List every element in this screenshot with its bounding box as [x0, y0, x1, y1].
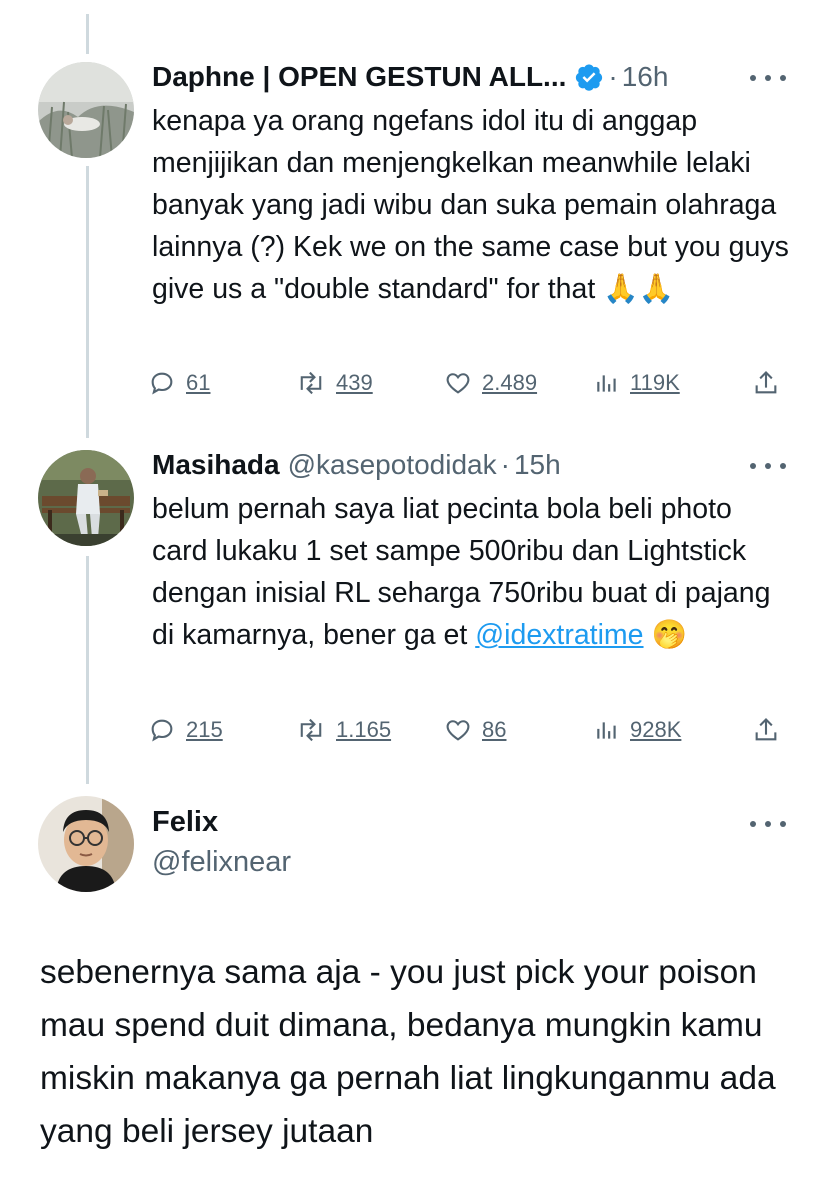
reply-count: 61: [186, 370, 211, 395]
share-button[interactable]: [752, 363, 780, 403]
author-handle[interactable]: @felixnear: [152, 846, 291, 879]
share-button[interactable]: [752, 710, 780, 750]
like-button[interactable]: 86: [444, 710, 506, 750]
repost-icon: [300, 371, 322, 395]
reply-button[interactable]: 61: [148, 363, 210, 403]
views-icon: [597, 722, 616, 739]
avatar-image: [38, 796, 134, 892]
repost-count: 1.165: [336, 717, 392, 742]
avatar-image: [38, 62, 134, 158]
repost-button[interactable]: 439: [296, 363, 373, 403]
views-button[interactable]: 928K: [594, 710, 681, 750]
avatar-image: [38, 450, 134, 546]
like-count: 2.489: [482, 370, 538, 395]
views-icon: [597, 375, 616, 392]
share-icon: [755, 371, 777, 394]
more-icon[interactable]: [750, 68, 786, 88]
emoji: 🙏🙏: [603, 272, 675, 305]
more-icon[interactable]: [750, 456, 786, 476]
like-button[interactable]: 2.489: [444, 363, 537, 403]
like-icon: [446, 720, 470, 741]
thread-line-1: [86, 166, 89, 438]
emoji: 🤭: [651, 618, 687, 651]
tweet-text: belum pernah saya liat pecinta bola beli…: [152, 488, 792, 656]
tweet-header: Masihada @kasepotodidak · 15h: [152, 445, 784, 485]
views-count: 119K: [630, 370, 680, 395]
more-icon[interactable]: [750, 814, 786, 834]
tweet-actions: 215 1.165 86 928K: [148, 710, 788, 750]
thread-line-2: [86, 556, 89, 784]
tweet-text: kenapa ya orang ngefans idol itu di angg…: [152, 100, 792, 310]
repost-count: 439: [336, 370, 373, 395]
repost-icon: [300, 718, 322, 742]
reply-count: 215: [186, 717, 223, 742]
reply-button[interactable]: 215: [148, 710, 223, 750]
like-icon: [446, 373, 470, 394]
separator-dot: ·: [608, 61, 618, 92]
thread-line-top: [86, 14, 89, 54]
main-tweet-text: sebenernya sama aja - you just pick your…: [40, 954, 776, 1150]
avatar[interactable]: [38, 62, 134, 158]
verified-badge-icon: [574, 62, 604, 92]
tweet-actions: 61 439 2.489 119K: [148, 363, 788, 403]
separator-dot: ·: [500, 449, 510, 480]
author-handle[interactable]: @kasepotodidak: [288, 449, 497, 481]
tweet-body: kenapa ya orang ngefans idol itu di angg…: [152, 105, 789, 305]
author-name[interactable]: Daphne | OPEN GESTUN ALL...: [152, 61, 566, 93]
author-name[interactable]: Masihada: [152, 449, 280, 481]
timestamp[interactable]: 16h: [622, 61, 669, 93]
reply-icon: [151, 719, 173, 742]
views-button[interactable]: 119K: [594, 363, 680, 403]
views-count: 928K: [630, 717, 682, 742]
timestamp[interactable]: 15h: [514, 449, 561, 481]
author-name[interactable]: Felix: [152, 806, 218, 839]
repost-button[interactable]: 1.165: [296, 710, 391, 750]
share-icon: [755, 718, 777, 741]
avatar[interactable]: [38, 450, 134, 546]
tweet-header: Daphne | OPEN GESTUN ALL... · 16h: [152, 57, 784, 97]
reply-icon: [151, 372, 173, 395]
like-count: 86: [482, 717, 507, 742]
avatar[interactable]: [38, 796, 134, 892]
mention-link[interactable]: @idextratime: [475, 619, 643, 651]
